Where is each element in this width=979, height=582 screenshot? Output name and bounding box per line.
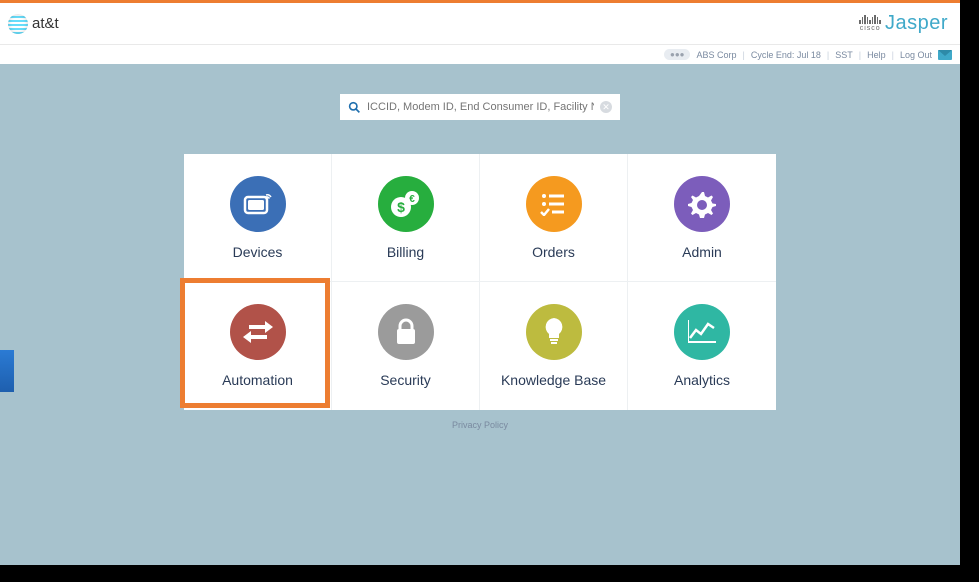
gear-icon [674,176,730,232]
tile-label: Admin [682,244,722,260]
search-input[interactable] [367,101,594,113]
app-viewport: at&t cisco Jasper ●●● ABS Corp| Cycle En… [0,0,960,565]
tile-label: Security [380,372,431,388]
tile-analytics[interactable]: Analytics [628,282,776,410]
svg-text:$: $ [397,199,405,215]
chart-icon [674,304,730,360]
brand-logo[interactable]: at&t [8,14,59,34]
search-bar: ✕ [340,94,620,120]
bulb-icon [526,304,582,360]
orders-icon [526,176,582,232]
clear-icon[interactable]: ✕ [600,101,612,113]
tile-billing[interactable]: $€ Billing [332,154,480,282]
cobrand-small: cisco [859,25,881,32]
tile-label: Devices [233,244,283,260]
status-pill: ●●● [664,49,691,60]
lock-icon [378,304,434,360]
help-link[interactable]: Help [867,50,886,60]
billing-icon: $€ [378,176,434,232]
header: at&t cisco Jasper [0,3,960,44]
cycle-link[interactable]: Cycle End: Jul 18 [751,50,821,60]
tile-label: Knowledge Base [501,372,606,388]
timezone-link[interactable]: SST [835,50,853,60]
tile-security[interactable]: Security [332,282,480,410]
logout-link[interactable]: Log Out [900,50,932,60]
cisco-mark: cisco [859,15,881,32]
privacy-link[interactable]: Privacy Policy [452,420,508,430]
svg-text:€: € [409,194,415,205]
brand-text: at&t [32,15,59,32]
search-icon [348,101,361,114]
mail-icon[interactable] [938,50,952,60]
tile-label: Orders [532,244,575,260]
subheader: ●●● ABS Corp| Cycle End: Jul 18| SST| He… [0,44,960,64]
org-link[interactable]: ABS Corp [696,50,736,60]
tile-label: Billing [387,244,424,260]
tile-devices[interactable]: Devices [184,154,332,282]
cobrand-text: Jasper [885,12,948,35]
cobrand-logo: cisco Jasper [859,12,948,35]
main-content: ✕ Devices $€ Billing Orders [0,64,960,430]
device-icon [230,176,286,232]
tile-label: Analytics [674,372,730,388]
tile-knowledge-base[interactable]: Knowledge Base [480,282,628,410]
cisco-bars-icon [859,15,881,24]
highlight-box [180,278,330,408]
tile-orders[interactable]: Orders [480,154,628,282]
globe-icon [8,14,28,34]
tile-admin[interactable]: Admin [628,154,776,282]
left-edge-tab[interactable] [0,350,14,392]
